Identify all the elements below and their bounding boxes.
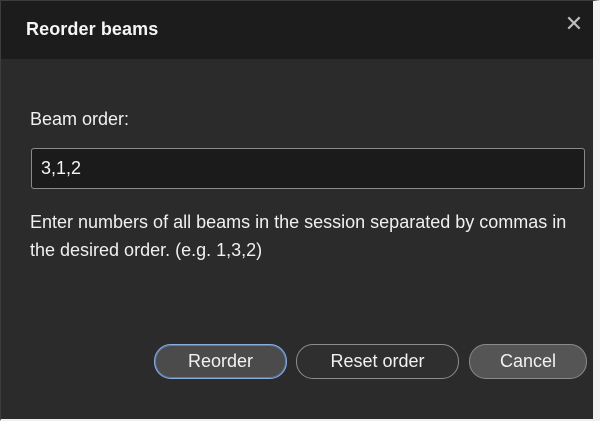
help-text: Enter numbers of all beams in the sessio… [30,212,567,260]
cancel-button[interactable]: Cancel [469,344,587,379]
close-icon[interactable]: ✕ [563,13,585,35]
reorder-button[interactable]: Reorder [154,344,287,379]
reorder-beams-dialog: Reorder beams ✕ Beam order: Enter number… [0,0,600,421]
reset-order-button[interactable]: Reset order [296,344,459,379]
beam-order-input[interactable] [31,148,585,189]
dialog-titlebar: Reorder beams ✕ [1,1,593,59]
dialog-title: Reorder beams [26,19,159,39]
beam-order-label: Beam order: [30,109,130,129]
